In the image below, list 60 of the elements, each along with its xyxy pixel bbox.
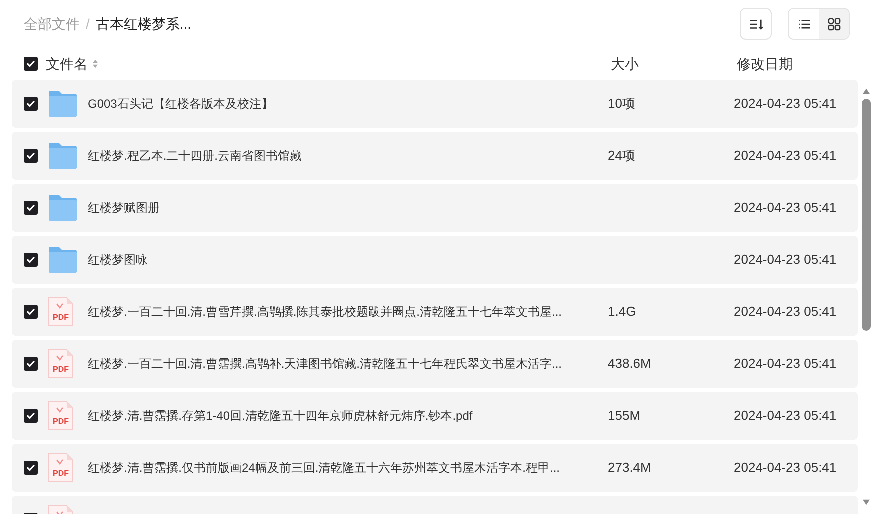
modified-date: 2024-04-23 05:41 [734,95,837,114]
checkbox[interactable] [24,201,38,215]
file-name[interactable]: 红楼梦.一百二十回.清.曹霑撰.高鹗补.天津图书馆藏.清乾隆五十七年程氏翠文书屋木活字... [88,355,608,373]
file-name[interactable]: 红楼梦.清.曹霑撰.存第1-40回.清乾隆五十四年京师虎林舒元炜序.钞本.pdf [88,407,608,425]
modified-date: 2024-04-23 05:41 [734,147,837,166]
sort-button[interactable] [740,8,772,40]
pdf-file-icon: PDF [48,297,74,327]
file-name[interactable]: 红楼梦赋图册 [88,199,608,217]
scroll-up-icon[interactable] [862,88,870,95]
checkbox[interactable] [24,149,38,163]
list-icon [798,18,810,30]
grid-icon [828,18,840,30]
modified-date: 2024-04-23 05:41 [734,303,837,322]
file-name[interactable]: 红楼梦.程乙本.二十四册.云南省图书馆藏 [88,147,608,165]
column-header[interactable]: 文件名 [46,54,88,74]
checkbox[interactable] [24,409,38,423]
folder-icon [48,194,78,222]
column-header[interactable]: 修改日期 [737,54,793,74]
file-size: 273.4M [608,459,652,478]
file-name[interactable]: 红楼梦.一百二十回.清.曹雪芹撰.高鹗撰.陈其泰批校题跋并圈点.清乾隆五十七年萃文书屋... [88,303,608,321]
folder-icon [48,246,78,274]
column-header[interactable]: 大小 [611,54,737,74]
breadcrumb-current[interactable]: 古本红楼梦系... [96,14,192,34]
checkbox[interactable] [24,57,38,71]
modified-date: 2024-04-23 05:41 [734,407,837,426]
file-row[interactable]: PDF 红楼梦.一百二十回.清.曹霑撰.高鹗补.天津图书馆藏.清乾隆五十七年程氏翠文书屋木活字... 438.6M 2024-04-23 05:41 [12,340,858,388]
file-size: 10项 [608,95,636,114]
file-name[interactable]: G003石头记【红楼各版本及校注】 [88,95,608,113]
file-size: 438.6M [608,355,652,374]
file-row[interactable]: 红楼梦图咏 2024-04-23 05:41 [12,236,858,284]
breadcrumb-separator: / [86,14,90,34]
sort-icon [748,18,764,30]
file-name[interactable]: 红楼梦.清.曹霑撰.仅书前版画24幅及前三回.清乾隆五十六年苏州萃文书屋木活字本.程甲... [88,459,608,477]
folder-icon [48,90,78,118]
scrollbar-thumb[interactable] [862,99,870,331]
pdf-file-icon: PDF [48,401,74,431]
modified-date: 2024-04-23 05:41 [734,251,837,270]
file-row[interactable]: 红楼梦赋图册 2024-04-23 05:41 [12,184,858,232]
file-size: 1.4G [608,303,638,322]
file-row[interactable]: PDF 红楼梦.一百二十回.清.曹雪芹撰.高鹗撰.陈其泰批校题跋并圈点.清乾隆五十七年萃文书屋... 1.4G 2024-04-23 05:41 [12,288,858,336]
pdf-file-icon: PDF [48,453,74,483]
modified-date: 2024-04-23 05:41 [734,459,837,478]
checkbox[interactable] [24,253,38,267]
folder-icon [48,142,78,170]
file-size: 155M [608,407,642,426]
checkbox[interactable] [24,305,38,319]
modified-date: 2024-04-23 05:41 [734,355,837,374]
file-size: 24项 [608,147,636,166]
checkbox[interactable] [24,97,38,111]
file-row[interactable]: PDF 红楼梦.清.曹霑撰.仅书前版画24幅及前三回.清乾隆五十六年苏州萃文书屋木活字本.程甲... 273.4M 2024-04-23 05:41 [12,444,858,492]
file-name[interactable]: 红楼梦图咏 [88,251,608,269]
checkbox[interactable] [24,357,38,371]
modified-date: 2024-04-23 05:41 [734,199,837,218]
file-row[interactable]: G003石头记【红楼各版本及校注】 10项 2024-04-23 05:41 [12,80,858,128]
grid-view-button[interactable] [819,9,849,39]
file-row[interactable]: PDF 红楼梦.清.曹霑撰.存第1-40回.清乾隆五十四年京师虎林舒元炜序.钞本.pdf 155M 2024-04-23 05:41 [12,392,858,440]
pdf-file-icon: PDF [48,349,74,379]
checkbox[interactable] [24,461,38,475]
scroll-down-icon[interactable] [862,499,870,506]
file-row[interactable]: 红楼梦.程乙本.二十四册.云南省图书馆藏 24项 2024-04-23 05:41 [12,132,858,180]
